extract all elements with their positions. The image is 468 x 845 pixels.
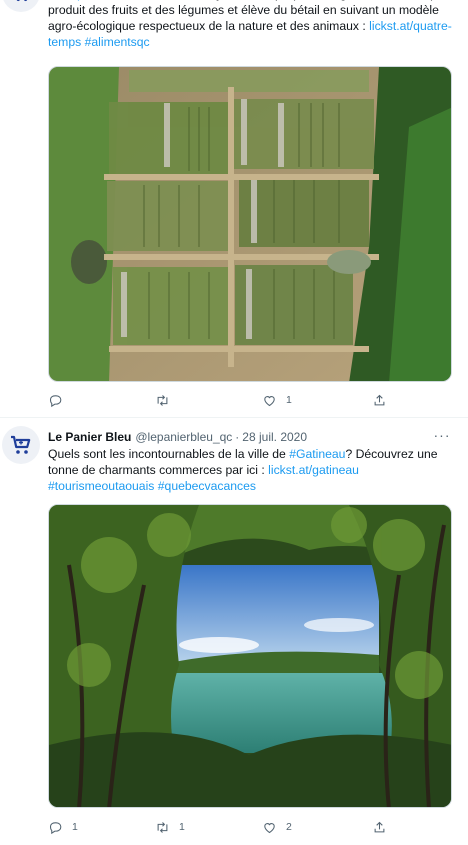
tweet-1[interactable]: #CoupDeCoeur La ferme des Quatre-Temps (… (0, 0, 468, 418)
like-count: 2 (286, 821, 292, 833)
reply-button[interactable] (48, 393, 72, 408)
tweet-body: #CoupDeCoeur La ferme des Quatre-Temps (… (48, 0, 456, 50)
tweet-link[interactable]: lickst.at/gatineau (268, 463, 359, 477)
tweet-text-segment: Quels sont les incontournables de la vil… (48, 447, 290, 461)
tweet-actions: 1 (48, 391, 408, 409)
shopping-cart-icon (11, 435, 31, 454)
tweet-link[interactable]: #tourismeoutaouais (48, 479, 154, 493)
share-button[interactable] (372, 393, 387, 408)
lake-forest-photo (49, 505, 451, 807)
avatar[interactable] (2, 426, 40, 464)
separator: · (235, 430, 240, 444)
tweet-text-segment (359, 463, 362, 477)
tweet-actions: 1 1 2 (48, 818, 408, 836)
tweet-link[interactable]: #CoupDeCoeur (48, 0, 133, 1)
like-button[interactable]: 1 (262, 393, 292, 408)
tweet-2[interactable]: Le Panier Bleu @lepanierbleu_qc · 28 jui… (0, 418, 468, 845)
tweet-header: Le Panier Bleu @lepanierbleu_qc · 28 jui… (48, 428, 456, 446)
reply-icon (49, 394, 62, 407)
heart-icon (264, 822, 275, 833)
author-name[interactable]: Le Panier Bleu (48, 428, 131, 446)
share-icon (374, 821, 385, 832)
tweet-link[interactable]: #alimentsqc (85, 35, 150, 49)
reply-icon (49, 821, 62, 834)
retweet-icon (157, 394, 168, 406)
aerial-farm-photo (49, 67, 451, 381)
like-button[interactable]: 2 (262, 820, 292, 835)
retweet-button[interactable] (155, 393, 179, 408)
tweet-date[interactable]: 28 juil. 2020 (242, 428, 307, 446)
heart-icon (264, 395, 275, 406)
author-handle[interactable]: @lepanierbleu_qc (135, 428, 232, 446)
tweet-link[interactable]: #quebecvacances (158, 479, 256, 493)
tweet-text: Quels sont les incontournables de la vil… (48, 446, 456, 494)
avatar[interactable] (2, 0, 40, 12)
share-icon (374, 394, 385, 405)
retweet-icon (157, 821, 168, 833)
tweet-link[interactable]: #Gatineau (289, 447, 345, 461)
reply-count: 1 (72, 821, 78, 833)
like-count: 1 (286, 394, 292, 406)
tweet-image-lake[interactable] (48, 504, 452, 808)
tweet-text: #CoupDeCoeur La ferme des Quatre-Temps (… (48, 0, 456, 50)
retweet-count: 1 (179, 821, 185, 833)
share-button[interactable] (372, 820, 387, 835)
tweet-image-farm[interactable] (48, 66, 452, 382)
reply-button[interactable]: 1 (48, 820, 78, 835)
retweet-button[interactable]: 1 (155, 820, 185, 835)
tweet-body: Le Panier Bleu @lepanierbleu_qc · 28 jui… (48, 428, 456, 494)
more-options-icon[interactable]: ··· (432, 428, 452, 446)
shopping-cart-icon (16, 0, 28, 2)
